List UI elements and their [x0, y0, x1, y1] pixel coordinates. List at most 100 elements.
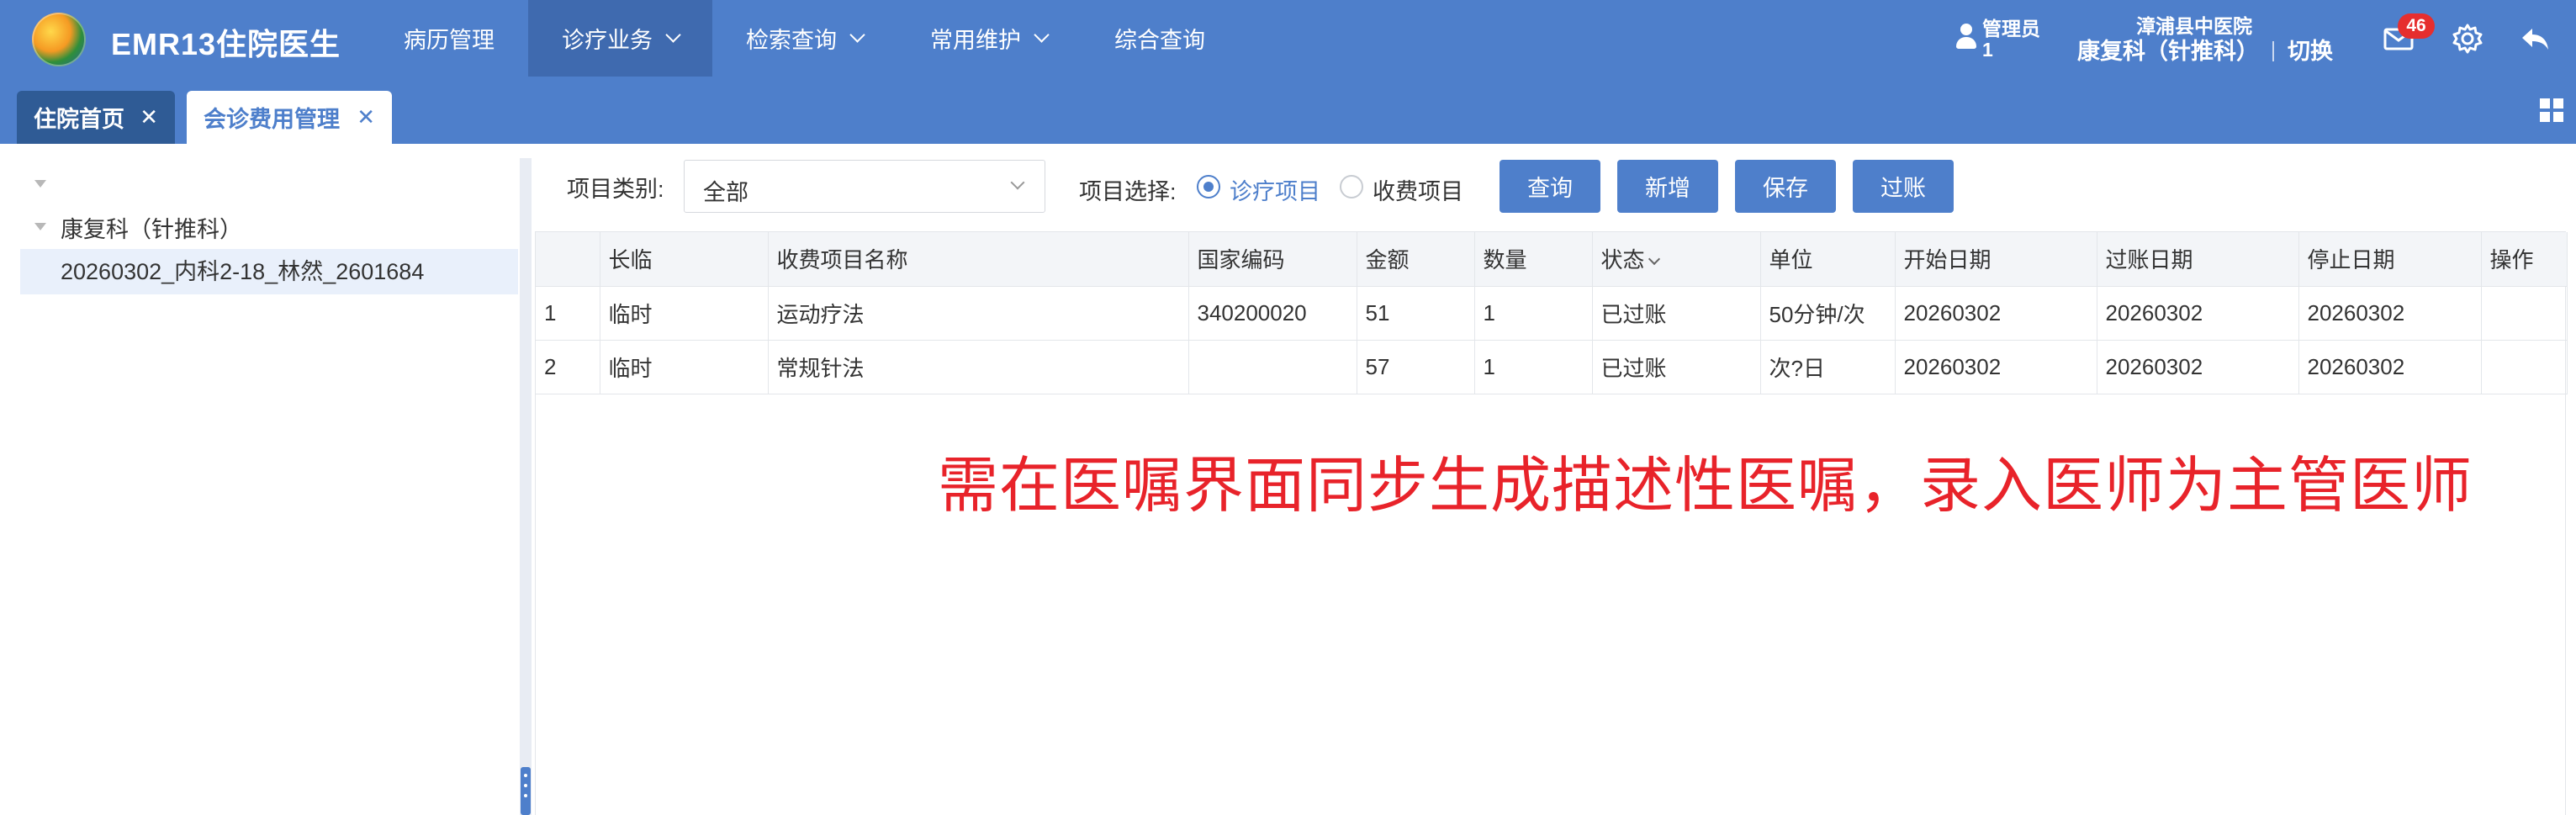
tab-bar: 住院首页 ✕ 会诊费用管理 ✕ — [0, 78, 2576, 144]
cell-status[interactable]: 已过账 — [1592, 340, 1761, 394]
save-button[interactable]: 保存 — [1735, 160, 1836, 213]
user-role: 管理员 — [1982, 18, 2040, 40]
app-logo — [32, 13, 86, 66]
chevron-down-icon — [1010, 175, 1025, 190]
column-header-start-date[interactable]: 开始日期 — [1895, 232, 2097, 287]
query-button[interactable]: 查询 — [1500, 160, 1600, 213]
tree-node-department[interactable]: 康复科（针推科） — [61, 211, 242, 244]
column-header-actions: 操作 — [2481, 232, 2568, 287]
user-info[interactable]: 管理员 1 — [1955, 19, 2040, 61]
nav-item-treatment[interactable]: 诊疗业务 — [528, 0, 712, 77]
category-select-value: 全部 — [703, 180, 748, 205]
cell-status[interactable]: 已过账 — [1592, 286, 1761, 341]
column-header-amount[interactable]: 金额 — [1357, 232, 1475, 287]
user-id: 1 — [1982, 39, 1993, 61]
table-header-row: 长临 收费项目名称 国家编码 金额 数量 状态 单位 开始日期 过账日期 停止日… — [536, 232, 2568, 287]
tab-label: 住院首页 — [34, 107, 124, 132]
cell-quantity[interactable]: 1 — [1474, 340, 1593, 394]
item-select-label: 项目选择: — [1079, 179, 1177, 204]
close-icon[interactable]: ✕ — [357, 104, 375, 130]
department-info: 漳浦县中医院 康复科（针推科） 切换 — [2077, 15, 2333, 66]
cell-order-type[interactable]: 临时 — [600, 340, 769, 394]
category-select[interactable]: 全部 — [684, 160, 1045, 213]
radio-charge-item-label[interactable]: 收费项目 — [1373, 173, 1463, 206]
cell-index: 2 — [536, 340, 600, 394]
column-header-status-label: 状态 — [1600, 247, 1645, 273]
nav-item-records[interactable]: 病历管理 — [370, 0, 528, 77]
tab-inpatient-home[interactable]: 住院首页 ✕ — [17, 91, 175, 144]
column-header-status[interactable]: 状态 — [1592, 232, 1761, 287]
cell-index: 1 — [536, 286, 600, 341]
column-header-index — [536, 232, 600, 287]
tree-toggle-icon[interactable] — [34, 223, 46, 230]
cell-national-code[interactable] — [1188, 340, 1357, 394]
cell-start-date[interactable]: 20260302 — [1895, 286, 2097, 341]
chevron-down-icon — [849, 27, 865, 43]
cell-order-type[interactable]: 临时 — [600, 286, 769, 341]
gear-icon[interactable] — [2451, 22, 2484, 56]
cell-stop-date[interactable]: 20260302 — [2298, 340, 2482, 394]
cell-national-code[interactable]: 340200020 — [1188, 286, 1357, 341]
cell-amount[interactable]: 57 — [1357, 340, 1475, 394]
cell-post-date[interactable]: 20260302 — [2097, 340, 2299, 394]
panel-splitter[interactable] — [520, 158, 532, 815]
nav-item-label: 诊疗业务 — [562, 28, 653, 53]
cell-stop-date[interactable]: 20260302 — [2298, 286, 2482, 341]
grid-menu-icon[interactable] — [2540, 98, 2563, 122]
nav-item-label: 检索查询 — [746, 28, 837, 53]
radio-treatment-item[interactable] — [1197, 175, 1220, 198]
top-header: EMR13住院医生 病历管理 诊疗业务 检索查询 常用维护 综合查询 管理员 1… — [0, 0, 2576, 78]
cell-unit[interactable]: 次?日 — [1760, 340, 1896, 394]
cell-item-name[interactable]: 运动疗法 — [768, 286, 1189, 341]
department-name: 康复科（针推科） — [2077, 39, 2259, 64]
cell-quantity[interactable]: 1 — [1474, 286, 1593, 341]
nav-item-maintenance[interactable]: 常用维护 — [897, 0, 1081, 77]
column-header-unit[interactable]: 单位 — [1760, 232, 1896, 287]
cell-unit[interactable]: 50分钟/次 — [1760, 286, 1896, 341]
table-row[interactable]: 2 临时 常规针法 57 1 已过账 次?日 20260302 20260302… — [536, 340, 2568, 394]
radio-treatment-item-label[interactable]: 诊疗项目 — [1230, 173, 1320, 206]
switch-department-button[interactable]: 切换 — [2288, 37, 2333, 66]
app-window: EMR13住院医生 病历管理 诊疗业务 检索查询 常用维护 综合查询 管理员 1… — [0, 0, 2576, 815]
chevron-down-icon — [665, 27, 681, 43]
annotation-note: 需在医嘱界面同步生成描述性医嘱，录入医师为主管医师 — [938, 452, 2473, 520]
radio-charge-item[interactable] — [1340, 175, 1363, 198]
cell-actions[interactable] — [2481, 286, 2568, 341]
cell-item-name[interactable]: 常规针法 — [768, 340, 1189, 394]
cell-start-date[interactable]: 20260302 — [1895, 340, 2097, 394]
column-header-post-date[interactable]: 过账日期 — [2097, 232, 2299, 287]
nav-item-label: 综合查询 — [1114, 28, 1205, 53]
close-icon[interactable]: ✕ — [140, 104, 158, 130]
add-button[interactable]: 新增 — [1617, 160, 1718, 213]
tree-toggle-icon[interactable] — [34, 180, 46, 188]
hospital-name: 漳浦县中医院 — [2136, 15, 2252, 37]
column-header-order-type[interactable]: 长临 — [600, 232, 769, 287]
back-arrow-icon[interactable] — [2518, 22, 2552, 56]
chevron-down-icon — [1034, 27, 1050, 43]
post-button[interactable]: 过账 — [1853, 160, 1954, 213]
table-row[interactable]: 1 临时 运动疗法 340200020 51 1 已过账 50分钟/次 2026… — [536, 286, 2568, 341]
column-header-quantity[interactable]: 数量 — [1474, 232, 1593, 287]
column-header-item-name[interactable]: 收费项目名称 — [768, 232, 1189, 287]
nav-item-label: 常用维护 — [930, 28, 1021, 53]
cell-actions[interactable] — [2481, 340, 2568, 394]
cell-amount[interactable]: 51 — [1357, 286, 1475, 341]
nav-item-search[interactable]: 检索查询 — [712, 0, 897, 77]
patient-tree: 康复科（针推科） 20260302_内科2-18_林然_2601684 — [0, 144, 523, 815]
main-nav: 病历管理 诊疗业务 检索查询 常用维护 综合查询 — [370, 0, 1239, 77]
app-title: EMR13住院医生 — [111, 27, 341, 61]
nav-item-query[interactable]: 综合查询 — [1081, 0, 1239, 77]
nav-item-label: 病历管理 — [404, 28, 495, 53]
divider — [2272, 41, 2274, 61]
splitter-handle[interactable] — [521, 767, 531, 815]
user-icon — [1955, 24, 1977, 50]
category-label: 项目类别: — [567, 177, 664, 202]
tree-node-patient[interactable]: 20260302_内科2-18_林然_2601684 — [20, 249, 518, 294]
sort-down-icon[interactable] — [1648, 253, 1660, 266]
cell-post-date[interactable]: 20260302 — [2097, 286, 2299, 341]
message-count-badge: 46 — [2398, 13, 2435, 39]
tab-label: 会诊费用管理 — [204, 107, 340, 132]
column-header-stop-date[interactable]: 停止日期 — [2298, 232, 2482, 287]
column-header-national-code[interactable]: 国家编码 — [1188, 232, 1357, 287]
tab-consultation-fee[interactable]: 会诊费用管理 ✕ — [187, 91, 392, 144]
